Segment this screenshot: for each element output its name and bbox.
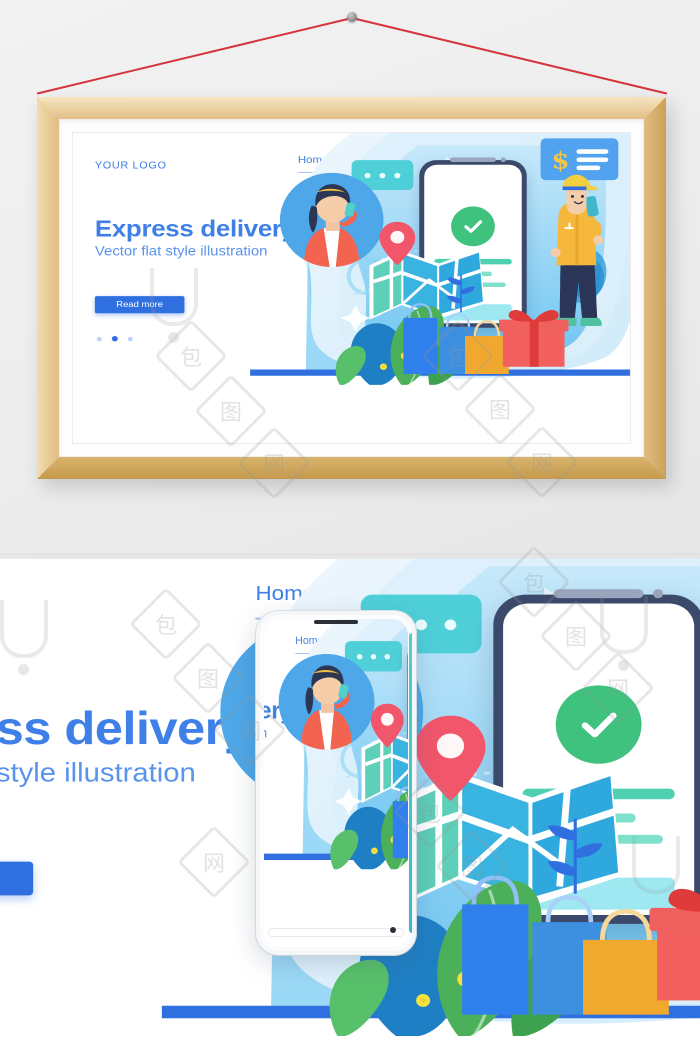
phone-camera-icon [653, 589, 663, 598]
screenshot-stage: YOUR LOGO HomeWorkAbout us Express deliv… [0, 0, 700, 1053]
frame-bevel-left [37, 97, 59, 479]
location-pin-icon [370, 703, 404, 748]
gift-box [649, 879, 700, 1007]
frame-bevel-bottom [37, 457, 666, 479]
hero-illustration: $ [161, 559, 700, 1053]
phone-mockup-camera-icon [390, 927, 396, 933]
carousel-dot-2[interactable] [111, 335, 118, 342]
carousel-dot-3[interactable] [127, 336, 133, 341]
hero-illustration: $ [264, 619, 408, 889]
read-more-button[interactable]: Read more [94, 296, 185, 314]
frame-bevel-top [37, 97, 666, 119]
framed-artwork-window: YOUR LOGO HomeWorkAbout us Express deliv… [73, 133, 630, 443]
hero-illustration: $ [250, 133, 630, 405]
phone-speaker [450, 157, 496, 162]
frame-bevel-right [644, 97, 666, 479]
landing-page-design-framed: YOUR LOGO HomeWorkAbout us Express deliv… [73, 133, 630, 405]
read-more-button[interactable]: Read more [0, 861, 34, 896]
location-pin-icon [379, 221, 416, 266]
phone-mockup-side-edge [409, 633, 412, 933]
phone-mockup: YOUR LOGO HomeWorkAbout us Express deliv… [256, 611, 416, 955]
brand-logo[interactable]: YOUR LOGO [95, 160, 167, 171]
location-pin-icon [415, 715, 486, 802]
phone-camera-icon [500, 157, 506, 162]
picture-frame: YOUR LOGO HomeWorkAbout us Express deliv… [37, 97, 666, 479]
carousel-dot-1[interactable] [96, 336, 102, 341]
success-check-icon [451, 206, 495, 247]
frame-mat: YOUR LOGO HomeWorkAbout us Express deliv… [59, 119, 644, 457]
phone-speaker [553, 588, 644, 598]
svg-text:$: $ [552, 146, 570, 174]
carousel-dots [96, 335, 133, 342]
hanging-nail-icon [347, 12, 357, 22]
phone-mockup-speaker [314, 620, 358, 624]
phone-mockup-screen: YOUR LOGO HomeWorkAbout us Express deliv… [264, 619, 408, 947]
gift-box [498, 305, 569, 370]
landing-page-design-on-phone: YOUR LOGO HomeWorkAbout us Express deliv… [264, 619, 408, 890]
shopping-bags [389, 777, 408, 860]
phone-mockup-home-indicator [268, 928, 404, 937]
success-check-icon [555, 685, 642, 764]
